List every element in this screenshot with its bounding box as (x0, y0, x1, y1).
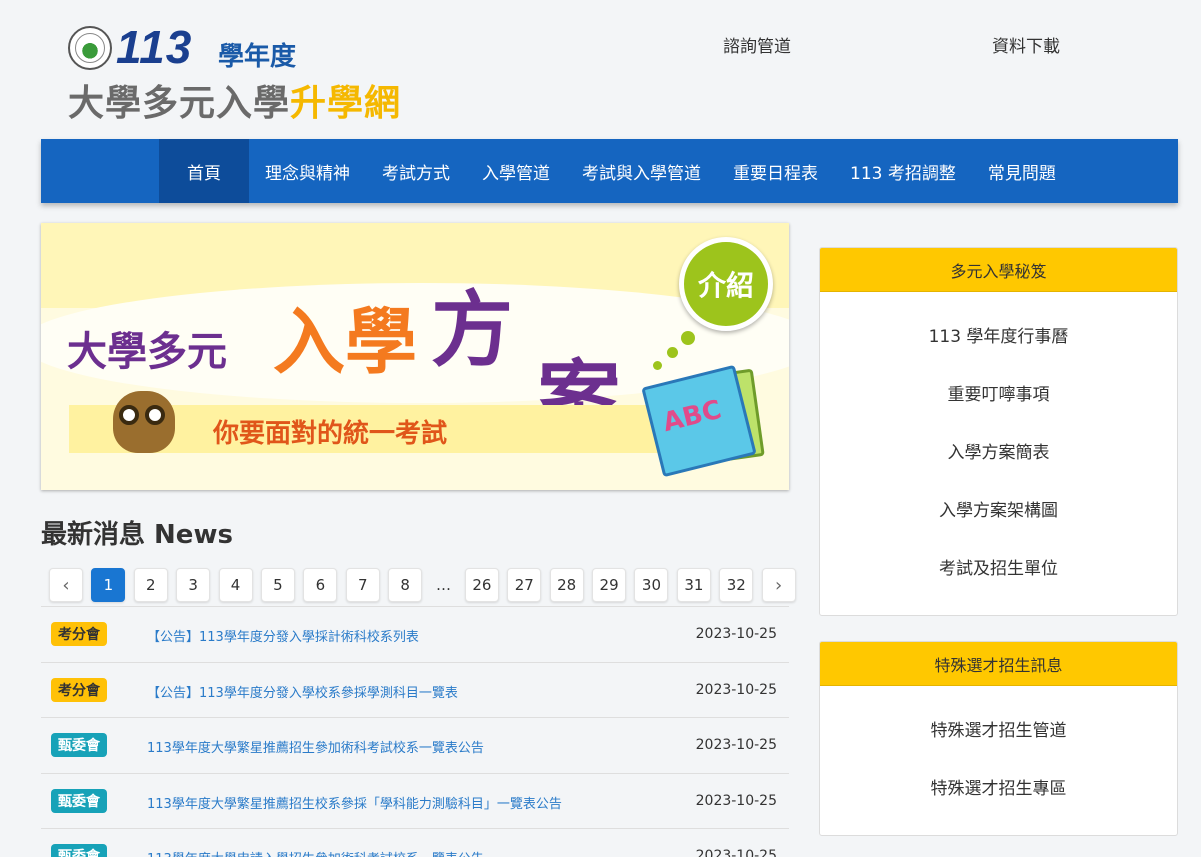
owl-icon (113, 391, 175, 453)
bubble-dot-icon (653, 361, 662, 370)
bubble-dot-icon (667, 347, 678, 358)
news-row: 甄委會 113學年度大學繁星推薦招生參加術科考試校系一覽表公告 2023-10-… (41, 717, 789, 773)
news-row: 考分會 【公告】113學年度分發入學校系參採學測科目一覽表 2023-10-25 (41, 661, 789, 718)
pagination-page[interactable]: 2 (133, 568, 168, 602)
pagination-page[interactable]: 4 (218, 568, 253, 602)
news-tag-badge: 甄委會 (51, 788, 107, 813)
sidebar-item-plan-structure[interactable]: 入學方案架構圖 (820, 479, 1177, 537)
site-logo[interactable]: 113 學年度 大學多元入學升學網 (68, 21, 448, 124)
pagination-page[interactable]: 7 (345, 568, 380, 602)
pagination-page[interactable]: 26 (464, 568, 499, 602)
pagination-page[interactable]: 31 (676, 568, 711, 602)
news-link[interactable]: 【公告】113學年度分發入學校系參採學測科目一覽表 (147, 682, 458, 701)
bubble-dot-icon (681, 331, 695, 345)
nav-item-exam-methods[interactable]: 考試方式 (366, 139, 466, 203)
news-date: 2023-10-25 (695, 626, 777, 642)
news-tag-badge: 甄委會 (51, 733, 107, 758)
nav-item-philosophy[interactable]: 理念與精神 (249, 139, 366, 203)
site-title: 大學多元入學升學網 (68, 74, 401, 126)
nav-item-schedule[interactable]: 重要日程表 (717, 139, 834, 203)
banner-line1: 大學多元 (67, 329, 227, 375)
news-date: 2023-10-25 (695, 848, 777, 857)
pagination-ellipsis: … (436, 576, 452, 594)
pagination-page[interactable]: 5 (260, 568, 295, 602)
sidebar-card-title: 多元入學秘笈 (820, 248, 1177, 292)
sidebar-item-plan-summary[interactable]: 入學方案簡表 (820, 421, 1177, 479)
main-nav: 首頁 理念與精神 考試方式 入學管道 考試與入學管道 重要日程表 113 考招調… (41, 139, 1178, 203)
banner-intro-badge: 介紹 (679, 237, 773, 331)
sidebar-item-special-channels[interactable]: 特殊選才招生管道 (820, 699, 1177, 757)
nav-item-home[interactable]: 首頁 (159, 139, 249, 203)
news-row: 考分會 【公告】113學年度分發入學採計術科校系列表 2023-10-25 (41, 606, 789, 662)
news-row: 甄委會 113學年度大學繁星推薦招生校系參採「學科能力測驗科目」一覽表公告 20… (41, 772, 789, 829)
news-link[interactable]: 113學年度大學繁星推薦招生校系參採「學科能力測驗科目」一覽表公告 (147, 793, 562, 812)
ministry-seal-icon (68, 26, 112, 70)
sidebar-item-reminders[interactable]: 重要叮嚀事項 (820, 363, 1177, 421)
news-date: 2023-10-25 (695, 681, 777, 698)
banner-line2: 入學 (273, 300, 418, 384)
sidebar-item-exam-units[interactable]: 考試及招生單位 (820, 537, 1177, 595)
banner-subtitle: 你要面對的統一考試 (213, 419, 448, 449)
top-link-consult[interactable]: 諮詢管道 (723, 32, 791, 57)
news-date: 2023-10-25 (695, 737, 777, 754)
pagination-prev-button[interactable]: ‹ (49, 568, 83, 602)
news-pagination: ‹ 1 2 3 4 5 6 7 8 … 26 27 28 29 30 31 32… (49, 568, 804, 602)
sidebar-item-calendar[interactable]: 113 學年度行事曆 (820, 305, 1177, 363)
banner-line3: 方 (431, 283, 514, 378)
pagination-page[interactable]: 6 (303, 568, 338, 602)
hero-banner[interactable]: 大學多元 入學 方 案 你要面對的統一考試 介紹 ABC (41, 223, 789, 490)
nav-item-faq[interactable]: 常見問題 (972, 139, 1072, 203)
nav-item-113-adjustments[interactable]: 113 考招調整 (834, 139, 972, 203)
nav-item-admission-channels[interactable]: 入學管道 (466, 139, 566, 203)
news-tag-badge: 考分會 (51, 622, 107, 646)
sidebar-item-special-zone[interactable]: 特殊選才招生專區 (820, 757, 1177, 815)
news-date: 2023-10-25 (695, 792, 777, 809)
news-tag-badge: 考分會 (51, 677, 107, 702)
news-section-title: 最新消息 News (41, 520, 233, 550)
site-title-main: 大學多元入學 (68, 83, 291, 124)
pagination-page[interactable]: 3 (176, 568, 211, 602)
book-letters: ABC (659, 394, 725, 439)
news-link[interactable]: 113學年度大學申請入學招生參加術科考試校系一覽表公告 (147, 848, 484, 857)
logo-year-number: 113 (116, 21, 193, 73)
news-link[interactable]: 113學年度大學繁星推薦招生參加術科考試校系一覽表公告 (147, 737, 484, 756)
pagination-page[interactable]: 27 (507, 568, 542, 602)
pagination-page[interactable]: 1 (91, 568, 126, 602)
pagination-page[interactable]: 32 (719, 568, 754, 602)
pagination-page[interactable]: 30 (634, 568, 669, 602)
sidebar-card-title: 特殊選才招生訊息 (820, 642, 1177, 686)
top-link-download[interactable]: 資料下載 (992, 32, 1060, 57)
site-title-highlight: 升學網 (290, 83, 402, 124)
news-list: 考分會 【公告】113學年度分發入學採計術科校系列表 2023-10-25 考分… (41, 606, 789, 857)
pagination-page[interactable]: 8 (388, 568, 423, 602)
logo-year-label: 學年度 (218, 42, 297, 72)
pagination-page[interactable]: 29 (592, 568, 627, 602)
nav-item-exam-and-admission[interactable]: 考試與入學管道 (566, 139, 717, 203)
news-link[interactable]: 【公告】113學年度分發入學採計術科校系列表 (147, 626, 419, 645)
sidebar-card-special-talent: 特殊選才招生訊息 特殊選才招生管道 特殊選才招生專區 (819, 641, 1178, 836)
pagination-next-button[interactable]: › (761, 568, 796, 602)
pagination-page[interactable]: 28 (549, 568, 584, 602)
news-row: 甄委會 113學年度大學申請入學招生參加術科考試校系一覽表公告 2023-10-… (41, 828, 789, 857)
sidebar-card-guide: 多元入學秘笈 113 學年度行事曆 重要叮嚀事項 入學方案簡表 入學方案架構圖 … (819, 247, 1178, 616)
news-tag-badge: 甄委會 (51, 844, 107, 857)
